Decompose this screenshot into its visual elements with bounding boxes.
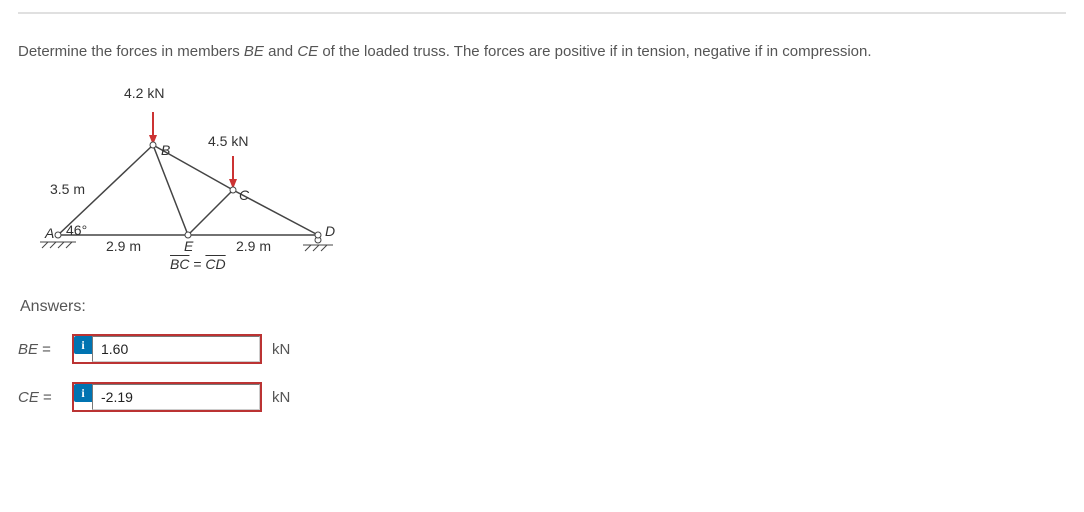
input-be[interactable] xyxy=(92,336,260,362)
truss-diagram: 4.2 kN 4.5 kN 3.5 m 46° 2.9 m 2.9 m A B … xyxy=(18,80,358,280)
answers-heading: Answers: xyxy=(20,298,1066,316)
label-ce: CE = xyxy=(18,389,72,406)
unit-be: kN xyxy=(272,341,290,358)
row-ce: CE = i kN xyxy=(18,382,1066,412)
problem-statement: Determine the forces in members BE and C… xyxy=(18,41,1066,62)
row-be: BE = i kN xyxy=(18,334,1066,364)
unit-ce: kN xyxy=(272,389,290,406)
input-ce[interactable] xyxy=(92,384,260,410)
info-icon[interactable]: i xyxy=(74,384,92,402)
info-icon[interactable]: i xyxy=(74,336,92,354)
label-be: BE = xyxy=(18,341,72,358)
